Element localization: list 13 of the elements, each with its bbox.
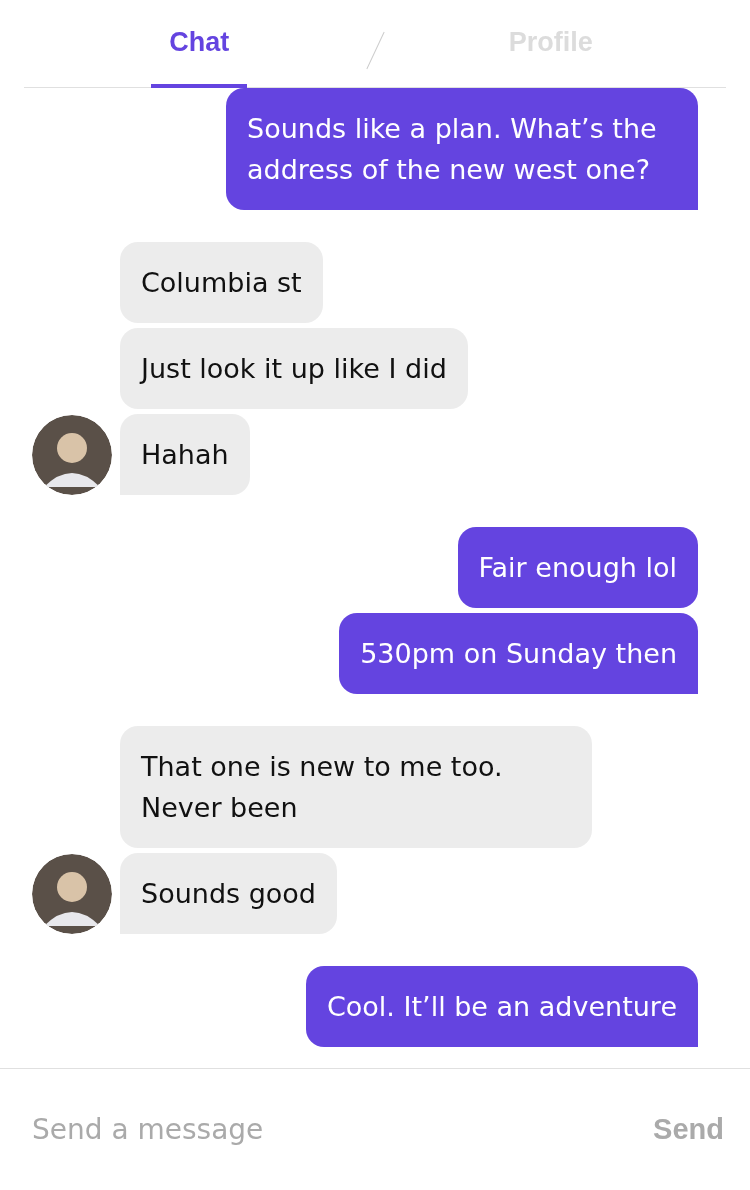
message-bubble: Columbia st	[120, 242, 323, 323]
message-bubble: Cool. It’ll be an adventure	[305, 966, 698, 1047]
message-bubble: Just look it up like I did	[120, 328, 468, 409]
avatar-icon[interactable]	[32, 854, 112, 934]
message-bubble: Sounds like a plan. What’s the address of the new west one?	[226, 88, 698, 210]
message-bubble: That one is new to me too. Never been	[120, 726, 592, 848]
message-input[interactable]: Send a message	[32, 1113, 654, 1146]
send-button[interactable]: Send	[653, 1113, 724, 1146]
message-bubble: Hahah	[120, 414, 250, 495]
message-bubble: 530pm on Sunday then	[339, 613, 698, 694]
message-bubble: Sounds good	[120, 853, 337, 934]
avatar-icon[interactable]	[32, 415, 112, 495]
message-bubble: Fair enough lol	[457, 527, 698, 608]
